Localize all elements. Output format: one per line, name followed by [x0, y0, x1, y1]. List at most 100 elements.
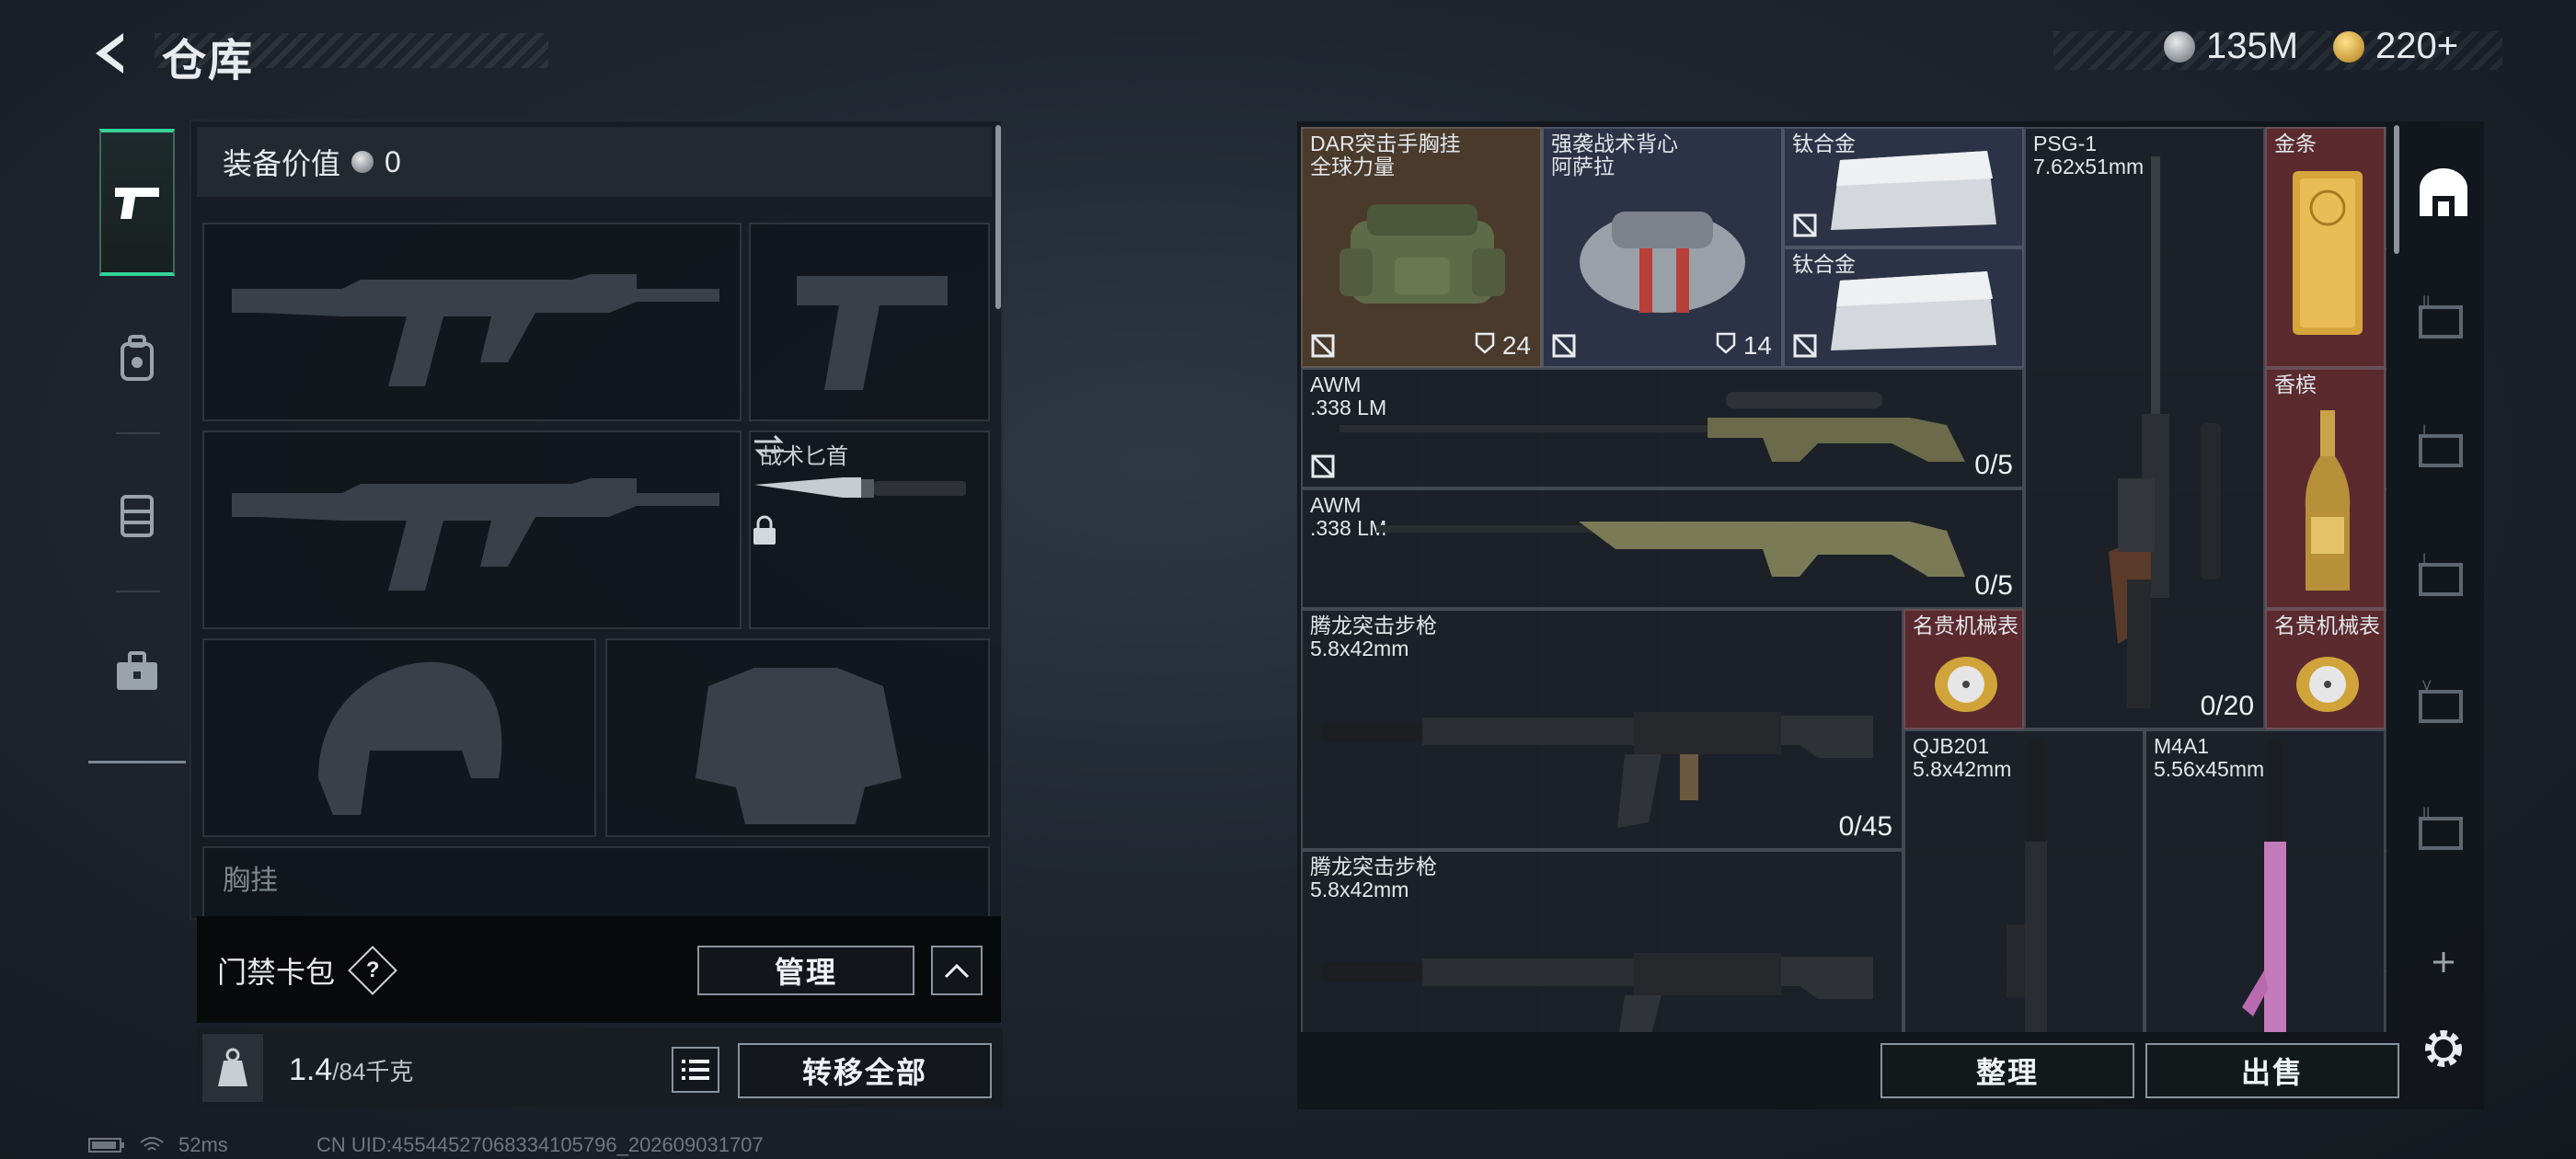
inventory-grid: DAR突击手胸挂 全球力量 24 强袭战术背心 阿萨拉 14 钛合金 钛合金 P… — [1301, 127, 2386, 1032]
no-drop-icon — [1552, 334, 1576, 358]
chevron-up-icon — [944, 963, 970, 979]
weight-kg-icon — [202, 1034, 263, 1102]
silver-coin-icon — [2164, 30, 2195, 63]
no-drop-icon — [1793, 213, 1817, 237]
wifi-icon — [140, 1137, 164, 1151]
collapse-button[interactable] — [931, 946, 983, 995]
gold-coin-icon — [2333, 30, 2364, 63]
gear-icon — [2425, 1030, 2462, 1067]
currency-silver[interactable]: 135M — [2164, 26, 2298, 67]
storage-tab-6[interactable]: II — [2412, 798, 2475, 861]
slot-chest-rig[interactable]: 胸挂 — [202, 846, 990, 918]
storage-box-icon: I — [2419, 552, 2463, 596]
keycard-label-group: 门禁卡包 ? — [217, 946, 397, 995]
list-view-button[interactable] — [672, 1047, 719, 1093]
watch-image — [2296, 657, 2359, 712]
slot-secondary-weapon[interactable] — [202, 430, 742, 629]
storage-box-icon: V — [2419, 679, 2463, 723]
inventory-scrollbar[interactable] — [2394, 125, 2399, 254]
weight-readout: 1.4/84千克 — [289, 1052, 413, 1088]
item-count: 24 — [1475, 331, 1531, 361]
slot-label-chest-rig: 胸挂 — [223, 866, 278, 896]
weight-current: 1.4 — [289, 1052, 333, 1087]
item-tenglong-rifle[interactable]: 腾龙突击步枪 5.8x42mm 0/45 — [1301, 609, 1903, 850]
item-luxury-watch[interactable]: 名贵机械表 — [2265, 609, 2386, 729]
armor-silhouette-icon — [696, 668, 902, 824]
item-titanium-alloy[interactable]: 钛合金 — [1783, 247, 2024, 368]
lock-icon — [753, 515, 776, 545]
sniper-rifle-image — [2109, 156, 2221, 708]
rifle-silhouette-icon — [232, 274, 719, 386]
currency-gold[interactable]: 220+ — [2333, 26, 2458, 67]
item-assault-vest[interactable]: 强袭战术背心 阿萨拉 14 — [1542, 127, 1783, 368]
storage-tab-5[interactable]: V — [2412, 671, 2475, 734]
rail-tab-vest[interactable] — [99, 442, 175, 589]
storage-box-icon: I — [2419, 423, 2463, 467]
item-qjb201[interactable]: QJB201 5.8x42mm — [1903, 729, 2145, 1032]
storage-tab-main[interactable] — [2412, 162, 2475, 224]
weight-max: /84千克 — [332, 1058, 414, 1085]
no-drop-icon — [1311, 454, 1335, 478]
gold-amount: 220+ — [2375, 26, 2459, 66]
item-count: 14 — [1716, 331, 1772, 361]
m4a1-image — [2242, 740, 2286, 1032]
rail-divider — [116, 432, 160, 434]
item-tenglong-rifle[interactable]: 腾龙突击步枪 5.8x42mm — [1301, 850, 1903, 1032]
item-awm-rifle[interactable]: AWM .338 LM 0/5 — [1301, 368, 2024, 488]
help-icon[interactable]: ? — [348, 946, 397, 995]
pistol-icon — [115, 188, 159, 219]
storage-box-icon: II — [2419, 806, 2463, 850]
back-button[interactable] — [85, 26, 140, 81]
ping-text: 52ms — [178, 1133, 228, 1156]
vest-icon — [121, 495, 154, 537]
svg-text:I: I — [2422, 423, 2426, 438]
add-storage-button[interactable] — [2412, 931, 2475, 993]
settings-button[interactable] — [2412, 1017, 2475, 1080]
equipment-scrollbar[interactable] — [995, 125, 1001, 309]
silver-amount: 135M — [2206, 26, 2299, 66]
vest-image — [1580, 212, 1745, 313]
gold-bar-image — [2293, 171, 2363, 335]
back-arrow-icon — [96, 33, 123, 74]
svg-text:V: V — [2422, 679, 2432, 694]
rail-tab-backpack[interactable] — [99, 285, 175, 432]
watch-image — [1935, 657, 1997, 712]
awm-rifle-image — [1340, 392, 1965, 462]
no-drop-icon — [1793, 334, 1817, 358]
category-rail — [88, 120, 186, 763]
titanium-ingot-image — [1831, 271, 1996, 350]
storage-tab-4[interactable]: I — [2412, 545, 2475, 607]
rail-divider — [116, 591, 160, 592]
rail-tab-toolbox[interactable] — [99, 598, 175, 745]
battery-icon — [88, 1138, 124, 1153]
list-icon — [682, 1060, 709, 1080]
slot-pistol[interactable] — [749, 223, 990, 421]
item-champagne[interactable]: 香槟 — [2265, 368, 2386, 609]
slot-tactical-knife[interactable]: 战术匕首 — [749, 430, 990, 629]
no-drop-icon — [1311, 334, 1335, 358]
item-titanium-alloy[interactable]: 钛合金 — [1783, 127, 2024, 247]
lmg-image — [2007, 740, 2047, 1032]
warehouse-icon — [2420, 168, 2467, 216]
rail-tab-weapons[interactable] — [99, 129, 175, 276]
slot-helmet[interactable] — [202, 638, 596, 837]
slot-primary-weapon[interactable] — [202, 223, 742, 421]
item-dar-chest-rig[interactable]: DAR突击手胸挂 全球力量 24 — [1301, 127, 1542, 368]
sell-button[interactable]: 出售 — [2145, 1043, 2399, 1098]
durability-icon — [1475, 332, 1495, 354]
svg-text:II: II — [2422, 294, 2430, 309]
sort-button[interactable]: 整理 — [1880, 1043, 2134, 1098]
item-psg1-rifle[interactable]: PSG-1 7.62x51mm 0/20 — [2024, 127, 2265, 729]
item-luxury-watch[interactable]: 名贵机械表 — [1903, 609, 2024, 729]
item-awm-rifle[interactable]: AWM .338 LM 0/5 — [1301, 488, 2024, 609]
plus-icon — [2433, 952, 2454, 972]
slot-body-armor[interactable] — [605, 638, 990, 837]
transfer-all-button[interactable]: 转移全部 — [738, 1043, 992, 1098]
manage-button[interactable]: 管理 — [697, 946, 914, 995]
storage-tab-3[interactable]: I — [2412, 416, 2475, 478]
storage-tab-2[interactable]: II — [2412, 287, 2475, 350]
item-m4a1[interactable]: M4A1 5.56x45mm — [2145, 729, 2386, 1032]
item-gold-bar[interactable]: 金条 — [2265, 127, 2386, 368]
equipment-value-header: 装备价值 0 — [197, 127, 992, 197]
slot-label-knife: 战术匕首 — [760, 444, 848, 469]
